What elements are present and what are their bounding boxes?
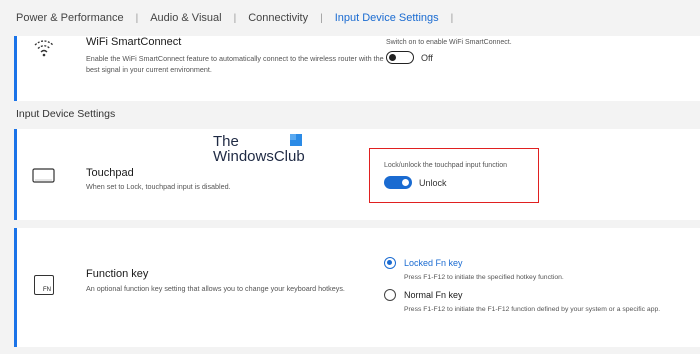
fn-key-icon-label: FN	[43, 287, 51, 293]
locked-fn-description: Press F1-F12 to initiate the specified h…	[404, 274, 564, 281]
locked-fn-radio[interactable]	[384, 257, 396, 269]
wifi-title: WiFi SmartConnect	[86, 36, 182, 48]
fn-key-icon: FN	[34, 275, 54, 295]
tab-separator: |	[320, 12, 323, 24]
touchpad-state: Unlock	[419, 178, 447, 188]
wifi-hint: Switch on to enable WiFi SmartConnect.	[386, 39, 512, 46]
touchpad-description: When set to Lock, touchpad input is disa…	[86, 182, 231, 191]
wifi-icon	[34, 40, 54, 57]
wifi-state: Off	[421, 53, 433, 63]
tab-audio-visual[interactable]: Audio & Visual	[150, 12, 221, 24]
touchpad-card: Touchpad When set to Lock, touchpad inpu…	[14, 129, 700, 220]
function-key-description: An optional function key setting that al…	[86, 284, 345, 293]
function-key-title: Function key	[86, 268, 149, 280]
normal-fn-description: Press F1-F12 to initiate the F1-F12 func…	[404, 306, 661, 313]
tab-separator: |	[450, 12, 454, 24]
touchpad-hint: Lock/unlock the touchpad input function	[384, 162, 507, 169]
top-tab-bar: Power & Performance | Audio & Visual | C…	[0, 0, 700, 36]
normal-fn-label[interactable]: Normal Fn key	[404, 290, 463, 300]
wifi-description: Enable the WiFi SmartConnect feature to …	[86, 54, 384, 74]
tab-connectivity[interactable]: Connectivity	[248, 12, 308, 24]
tab-separator: |	[135, 12, 139, 24]
wifi-toggle[interactable]	[386, 51, 414, 64]
tab-power-performance[interactable]: Power & Performance	[16, 12, 124, 24]
touchpad-toggle[interactable]	[384, 176, 412, 189]
watermark-line2: WindowsClub	[213, 148, 305, 165]
touchpad-icon	[32, 168, 55, 183]
section-heading: Input Device Settings	[16, 108, 116, 120]
touchpad-title: Touchpad	[86, 167, 134, 179]
tab-separator: |	[233, 12, 237, 24]
wifi-smartconnect-card: WiFi SmartConnect Enable the WiFi SmartC…	[14, 36, 700, 101]
locked-fn-label[interactable]: Locked Fn key	[404, 258, 463, 268]
function-key-card: FN Function key An optional function key…	[14, 228, 700, 347]
tab-input-device-settings[interactable]: Input Device Settings	[335, 12, 439, 24]
normal-fn-radio[interactable]	[384, 289, 396, 301]
windows-logo-icon	[290, 134, 302, 146]
